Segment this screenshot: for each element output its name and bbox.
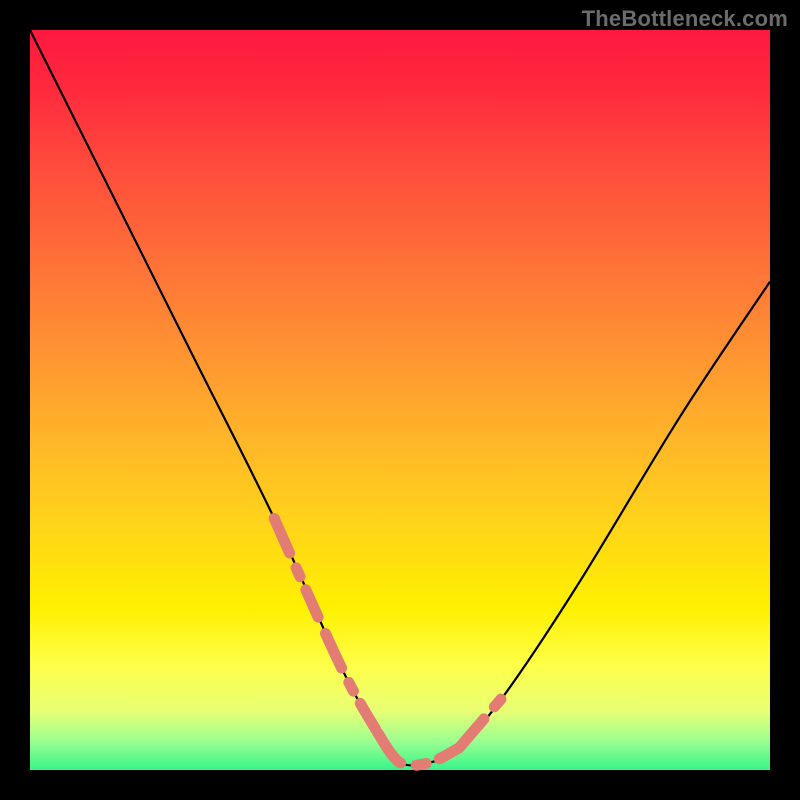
watermark-text: TheBottleneck.com xyxy=(582,6,788,32)
chart-frame: TheBottleneck.com xyxy=(0,0,800,800)
highlight-group xyxy=(274,518,503,765)
highlight-segment xyxy=(459,696,503,748)
bottleneck-curve xyxy=(30,30,770,765)
curve-svg xyxy=(30,30,770,770)
highlight-segment xyxy=(274,518,378,733)
highlight-segment xyxy=(378,733,459,765)
plot-area xyxy=(30,30,770,770)
